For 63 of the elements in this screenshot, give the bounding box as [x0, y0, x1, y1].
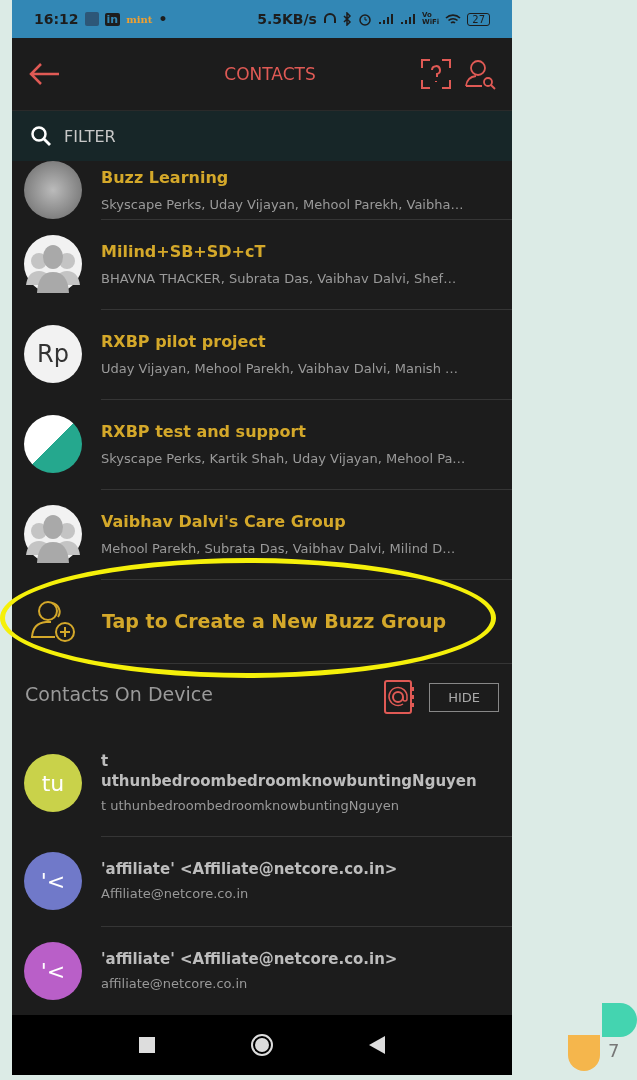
group-avatar-icon: [24, 505, 82, 563]
group-name: RXBP test and support: [101, 421, 307, 441]
hide-button[interactable]: HIDE: [429, 682, 499, 712]
contact-name: 'affiliate' <Affiliate@netcore.co.in>: [101, 950, 399, 968]
group-name: Buzz Learning: [101, 167, 230, 187]
back-arrow-icon[interactable]: [28, 62, 60, 86]
decorative-shape: [568, 1035, 600, 1071]
contact-search-icon[interactable]: [464, 58, 496, 90]
filter-bar[interactable]: FILTER: [12, 111, 512, 161]
address-book-icon[interactable]: [383, 679, 416, 715]
headphones-icon: [322, 12, 337, 26]
group-row[interactable]: Vaibhav Dalvi's Care Group Mehool Parekh, Subrata Das, Vaibhav Dalvi, Milind D…: [12, 489, 512, 579]
wifi-icon: [445, 12, 462, 26]
create-group-row[interactable]: Tap to Create a New Buzz Group: [12, 579, 512, 663]
app-notification-icon: [84, 12, 99, 26]
status-dot: •: [158, 11, 168, 27]
group-members: Skyscape Perks, Uday Vijayan, Mehool Parekh, Vaibha…: [101, 196, 465, 212]
photo-placeholder: [24, 161, 82, 219]
contact-row[interactable]: '< 'affiliate' <Affiliate@netcore.co.in> Affiliate@netcore.co.in: [12, 836, 512, 926]
contact-avatar: '<: [24, 852, 82, 910]
group-members: BHAVNA THACKER, Subrata Das, Vaibhav Dalvi, Shef…: [101, 270, 458, 286]
contact-name: 'affiliate' <Affiliate@netcore.co.in>: [101, 860, 399, 878]
alarm-icon: [357, 12, 372, 26]
group-avatar-icon: [24, 235, 82, 293]
contact-detail: t uthunbedroombedroomknowbuntingNguyen: [101, 798, 400, 813]
signal-icon: [399, 13, 416, 25]
image-placeholder: [24, 415, 82, 473]
group-name: Milind+SB+SD+cT: [101, 241, 267, 261]
back-icon[interactable]: [368, 1036, 385, 1054]
group-row[interactable]: RXBP test and support Skyscape Perks, Kartik Shah, Uday Vijayan, Mehool Pa…: [12, 399, 512, 489]
avatar-initials: Rp: [24, 325, 82, 383]
contact-row[interactable]: tu t uthunbedroombedroomknowbuntingNguyen t uthunbedroombedroomknowbuntingNguyen: [12, 730, 512, 836]
contact-avatar: tu: [24, 754, 82, 812]
signal-icon: [377, 13, 394, 25]
decorative-shape: [602, 1003, 637, 1037]
network-speed: 5.5KB/s: [257, 11, 317, 27]
search-icon: [30, 125, 52, 147]
contact-detail: affiliate@netcore.co.in: [101, 976, 249, 991]
corner-number: 7: [608, 1040, 620, 1061]
scan-help-icon[interactable]: [420, 58, 452, 90]
status-time: 16:12: [34, 11, 79, 27]
battery-level: 27: [467, 12, 490, 26]
add-group-icon: [30, 599, 76, 643]
section-title: Contacts On Device: [25, 683, 213, 705]
group-name: Vaibhav Dalvi's Care Group: [101, 511, 347, 531]
home-icon[interactable]: [250, 1033, 274, 1057]
group-row[interactable]: Buzz Learning Skyscape Perks, Uday Vijayan, Mehool Parekh, Vaibha…: [12, 161, 512, 219]
group-row[interactable]: Rp RXBP pilot project Uday Vijayan, Mehool Parekh, Vaibhav Dalvi, Manish …: [12, 309, 512, 399]
group-row[interactable]: Milind+SB+SD+cT BHAVNA THACKER, Subrata Das, Vaibhav Dalvi, Shef…: [12, 219, 512, 309]
group-members: Uday Vijayan, Mehool Parekh, Vaibhav Dalvi, Manish …: [101, 360, 460, 376]
group-name: RXBP pilot project: [101, 331, 267, 351]
screen-title: CONTACTS: [223, 64, 317, 84]
group-members: Mehool Parekh, Subrata Das, Vaibhav Dalvi, Milind D…: [101, 540, 457, 556]
app-name: mint: [126, 13, 153, 25]
contact-detail: Affiliate@netcore.co.in: [101, 886, 250, 901]
recents-icon[interactable]: [139, 1037, 156, 1053]
filter-field[interactable]: FILTER: [62, 125, 366, 147]
bluetooth-icon: [342, 12, 352, 26]
contact-name: uthunbedroombedroomknowbuntingNguyen: [101, 772, 478, 790]
app-badge: in: [104, 12, 121, 26]
contact-name: t: [101, 752, 110, 770]
contact-avatar: '<: [24, 942, 82, 1000]
group-members: Skyscape Perks, Kartik Shah, Uday Vijayan, Mehool Pa…: [101, 450, 467, 466]
